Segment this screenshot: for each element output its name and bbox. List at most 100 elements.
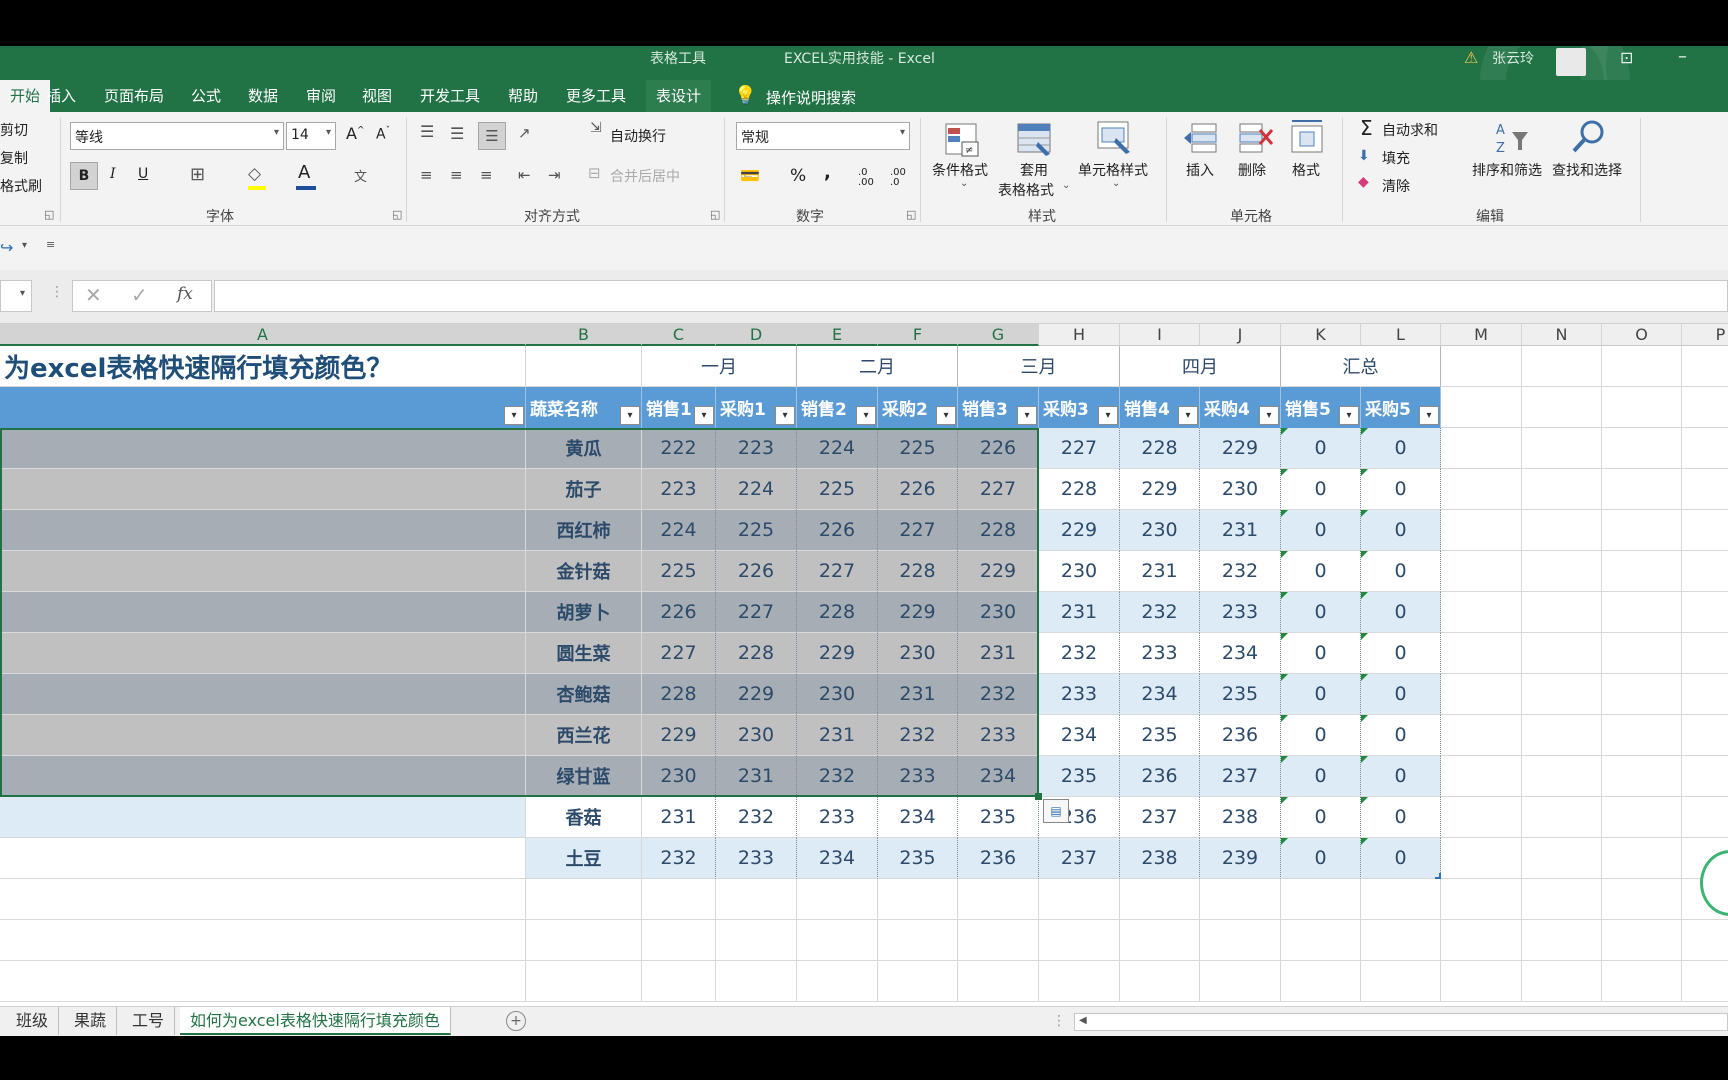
cell[interactable] bbox=[0, 592, 526, 633]
vegetable-name-cell[interactable]: 圆生菜 bbox=[526, 633, 642, 674]
cell[interactable] bbox=[1522, 838, 1602, 879]
table-resize-handle[interactable] bbox=[1435, 873, 1441, 879]
cell[interactable] bbox=[1522, 797, 1602, 838]
data-cell[interactable]: 0 bbox=[1281, 428, 1361, 469]
data-cell[interactable]: 0 bbox=[1361, 428, 1441, 469]
data-cell[interactable]: 0 bbox=[1361, 674, 1441, 715]
data-cell[interactable]: 231 bbox=[797, 715, 878, 756]
data-cell[interactable]: 233 bbox=[1120, 633, 1200, 674]
format-cells-button[interactable]: 格式 bbox=[1292, 160, 1320, 180]
data-cell[interactable]: 237 bbox=[1200, 756, 1281, 797]
tab-data[interactable]: 数据 bbox=[238, 80, 288, 112]
fill-handle[interactable] bbox=[1035, 793, 1042, 800]
data-cell[interactable]: 0 bbox=[1281, 510, 1361, 551]
data-cell[interactable]: 228 bbox=[1120, 428, 1200, 469]
data-cell[interactable]: 233 bbox=[878, 756, 958, 797]
filter-dropdown-button[interactable]: ▾ bbox=[1178, 406, 1198, 425]
data-cell[interactable]: 0 bbox=[1281, 592, 1361, 633]
cell[interactable] bbox=[1441, 756, 1522, 797]
data-cell[interactable]: 230 bbox=[1039, 551, 1120, 592]
cell[interactable] bbox=[1281, 879, 1361, 920]
data-cell[interactable]: 230 bbox=[797, 674, 878, 715]
user-name[interactable]: 张云玲 bbox=[1492, 48, 1534, 68]
cell[interactable] bbox=[1602, 838, 1682, 879]
data-cell[interactable]: 232 bbox=[958, 674, 1039, 715]
align-center-icon[interactable]: ≡ bbox=[450, 166, 463, 184]
cell[interactable] bbox=[1441, 510, 1522, 551]
align-left-icon[interactable]: ≡ bbox=[420, 166, 433, 184]
cell[interactable] bbox=[878, 961, 958, 1002]
cell[interactable] bbox=[0, 756, 526, 797]
column-header-o[interactable]: O bbox=[1602, 324, 1682, 346]
data-cell[interactable]: 229 bbox=[797, 633, 878, 674]
data-cell[interactable]: 232 bbox=[1200, 551, 1281, 592]
cell[interactable] bbox=[1522, 756, 1602, 797]
data-cell[interactable]: 235 bbox=[1039, 756, 1120, 797]
cell[interactable] bbox=[1682, 920, 1728, 961]
chevron-down-icon[interactable]: ▾ bbox=[22, 240, 27, 251]
data-cell[interactable]: 0 bbox=[1281, 551, 1361, 592]
comma-button[interactable]: , bbox=[824, 162, 831, 183]
sheet-title[interactable]: 为excel表格快速隔行填充颜色？ bbox=[0, 346, 526, 387]
cell[interactable] bbox=[1120, 879, 1200, 920]
data-cell[interactable]: 234 bbox=[797, 838, 878, 879]
month-header[interactable]: 三月 bbox=[958, 346, 1120, 387]
clear-button[interactable]: 清除 bbox=[1382, 176, 1410, 196]
font-name-select[interactable]: 等线 ▾ bbox=[70, 122, 284, 150]
month-header[interactable]: 汇总 bbox=[1281, 346, 1441, 387]
cell[interactable] bbox=[0, 674, 526, 715]
data-cell[interactable]: 227 bbox=[716, 592, 797, 633]
decrease-indent-icon[interactable]: ⇤ bbox=[518, 166, 531, 184]
month-header[interactable]: 四月 bbox=[1120, 346, 1281, 387]
cell[interactable] bbox=[1441, 838, 1522, 879]
cell[interactable] bbox=[1682, 715, 1728, 756]
cell[interactable] bbox=[1039, 879, 1120, 920]
data-cell[interactable]: 235 bbox=[1120, 715, 1200, 756]
data-cell[interactable]: 0 bbox=[1281, 674, 1361, 715]
data-cell[interactable]: 233 bbox=[716, 838, 797, 879]
data-cell[interactable]: 230 bbox=[878, 633, 958, 674]
cancel-icon[interactable]: ✕ bbox=[85, 283, 102, 307]
cell[interactable] bbox=[1602, 346, 1682, 387]
formula-input[interactable] bbox=[214, 280, 1728, 312]
data-cell[interactable]: 232 bbox=[797, 756, 878, 797]
cell[interactable] bbox=[1602, 592, 1682, 633]
cell[interactable] bbox=[1682, 756, 1728, 797]
cell[interactable] bbox=[1602, 920, 1682, 961]
data-cell[interactable]: 232 bbox=[878, 715, 958, 756]
vegetable-name-cell[interactable]: 绿甘蓝 bbox=[526, 756, 642, 797]
italic-button[interactable]: I bbox=[110, 166, 116, 182]
data-cell[interactable]: 226 bbox=[958, 428, 1039, 469]
conditional-formatting-button[interactable]: 条件格式 bbox=[932, 160, 988, 180]
month-header[interactable]: 二月 bbox=[797, 346, 958, 387]
data-cell[interactable]: 228 bbox=[716, 633, 797, 674]
wrap-text-button[interactable]: 自动换行 bbox=[610, 126, 666, 146]
merge-center-button[interactable]: 合并后居中 bbox=[610, 166, 680, 186]
cell[interactable] bbox=[1602, 756, 1682, 797]
cell[interactable] bbox=[1522, 879, 1602, 920]
format-as-table-button-line1[interactable]: 套用 bbox=[1020, 160, 1048, 180]
cell[interactable] bbox=[797, 961, 878, 1002]
data-cell[interactable]: 231 bbox=[1039, 592, 1120, 633]
cell[interactable] bbox=[1682, 551, 1728, 592]
cell[interactable] bbox=[1682, 428, 1728, 469]
cell[interactable] bbox=[526, 961, 642, 1002]
font-size-select[interactable]: 14 ▾ bbox=[286, 122, 336, 150]
cell[interactable] bbox=[0, 715, 526, 756]
column-header-h[interactable]: H bbox=[1039, 324, 1120, 346]
sheet-tab-active[interactable]: 如何为excel表格快速隔行填充颜色 bbox=[180, 1007, 451, 1035]
bold-button[interactable]: B bbox=[70, 162, 98, 190]
cell[interactable] bbox=[1200, 879, 1281, 920]
data-cell[interactable]: 237 bbox=[1039, 838, 1120, 879]
data-cell[interactable]: 227 bbox=[1039, 428, 1120, 469]
column-header-d[interactable]: D bbox=[716, 324, 797, 346]
data-cell[interactable]: 232 bbox=[1120, 592, 1200, 633]
cell[interactable] bbox=[1281, 920, 1361, 961]
cell[interactable] bbox=[0, 920, 526, 961]
data-cell[interactable]: 229 bbox=[1039, 510, 1120, 551]
data-cell[interactable]: 0 bbox=[1281, 756, 1361, 797]
data-cell[interactable]: 234 bbox=[1120, 674, 1200, 715]
enter-icon[interactable]: ✓ bbox=[131, 283, 148, 307]
data-cell[interactable]: 233 bbox=[958, 715, 1039, 756]
data-cell[interactable]: 226 bbox=[878, 469, 958, 510]
